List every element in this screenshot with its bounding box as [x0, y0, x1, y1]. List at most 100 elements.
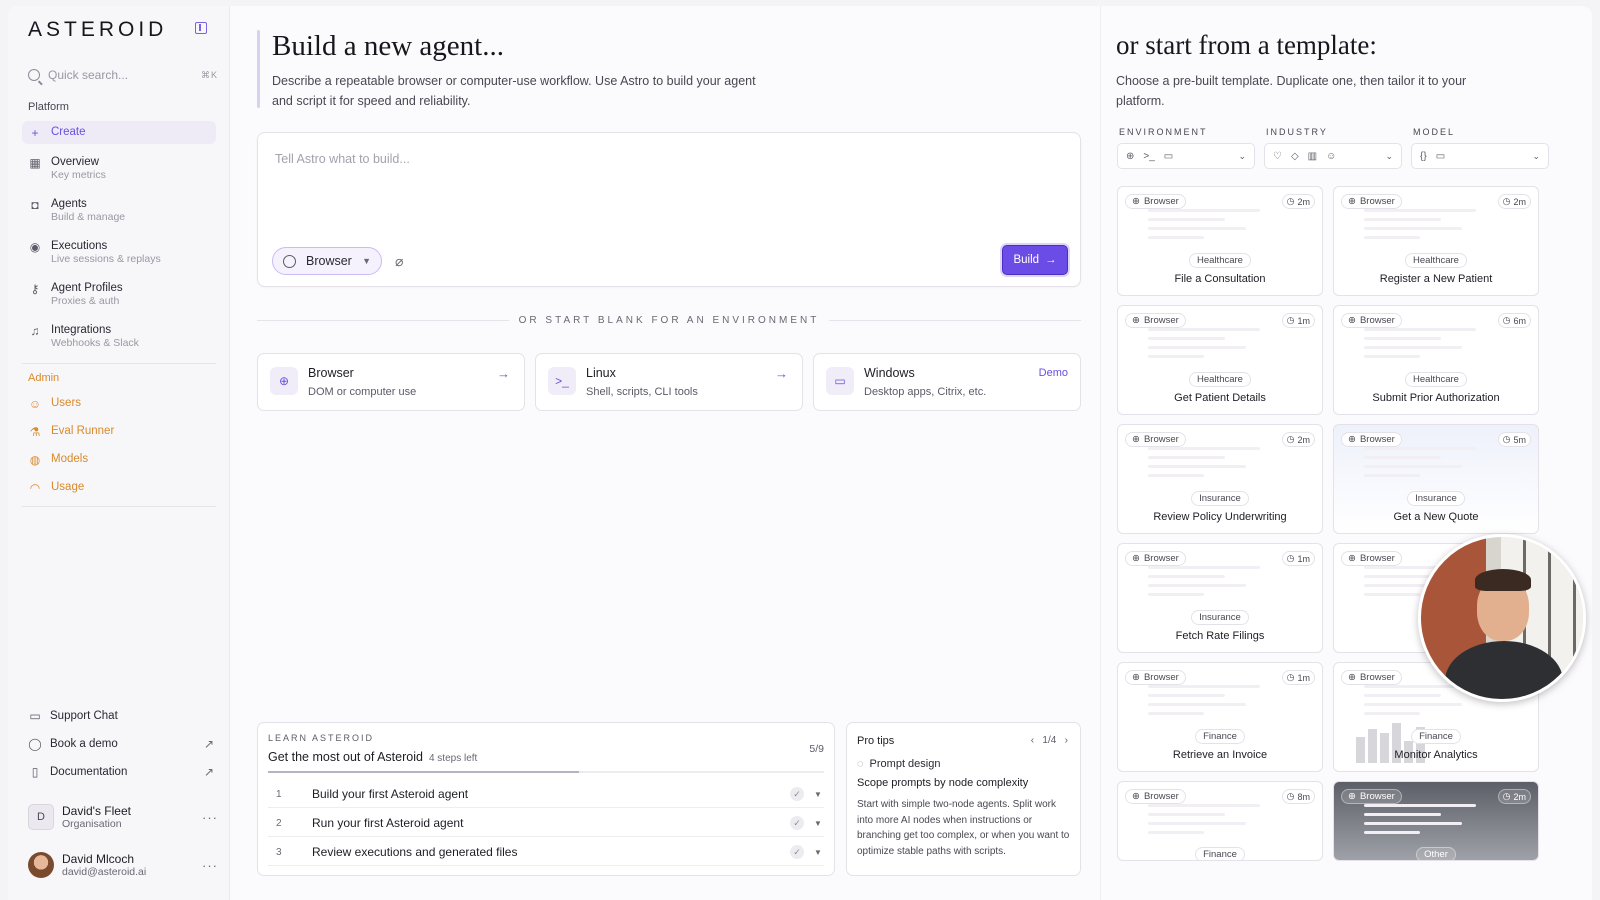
nav-overview[interactable]: ▦ Overview Key metrics [22, 151, 216, 186]
duration-badge: ◷ 1m [1281, 551, 1315, 566]
template-preview [1364, 447, 1504, 495]
industry-tag-text: Finance [1195, 729, 1245, 744]
lightbulb-icon: ◌ [857, 758, 864, 770]
industry-tag: Finance [1118, 846, 1322, 860]
nav-models[interactable]: ◍ Models [22, 448, 216, 471]
template-card[interactable]: ⊕ Browser ◷ 2m Insurance Review Policy Underw… [1117, 424, 1323, 534]
template-card[interactable]: ⊕ Browser ◷ 2m Healthcare Register a New Pati… [1333, 186, 1539, 296]
environment-select[interactable]: Browser ▼ [272, 247, 382, 275]
chevron-down-icon[interactable]: ▼ [814, 819, 824, 828]
globe-icon: ⊕ [1348, 315, 1356, 326]
prompt-input[interactable]: Tell Astro what to build... [275, 152, 410, 166]
user-name: David Mlcoch [62, 852, 135, 866]
env-badge: ⊕ Browser [1125, 789, 1186, 804]
template-card[interactable]: ⊕ Browser ◷ 2m Other [1333, 781, 1539, 861]
nav-integrations[interactable]: ♫ Integrations Webhooks & Slack [22, 319, 216, 354]
book-demo-link[interactable]: ◯ Book a demo ↗ [28, 737, 214, 751]
duration-badge: ◷ 2m [1281, 194, 1315, 209]
user-avatar [28, 852, 54, 878]
documentation-label: Documentation [50, 766, 128, 778]
nav-sub: Proxies & auth [51, 295, 120, 307]
globe-icon: ⊕ [1348, 672, 1356, 683]
org-switcher[interactable]: D David's Fleet Organisation ··· [28, 804, 218, 830]
clock-icon: ◷ [1286, 553, 1295, 563]
admin-label: Admin [28, 372, 60, 384]
arrow-right-icon: → [1045, 254, 1057, 266]
check-icon: ✓ [790, 816, 804, 830]
prompt-box[interactable]: Tell Astro what to build... Browser ▼ ⌀ … [257, 132, 1081, 287]
sidebar: ASTEROID Quick search... ⌘K Platform + C… [8, 6, 230, 900]
nav-create[interactable]: + Create [22, 121, 216, 144]
sidebar-toggle-icon[interactable] [195, 22, 207, 34]
nav-users[interactable]: ☺ Users [22, 392, 216, 415]
monitor-icon: ▭ [826, 367, 854, 395]
template-card[interactable]: ⊕ Browser ◷ 1m Healthcare Get Patient Details [1117, 305, 1323, 415]
nav-eval-runner[interactable]: ⚗ Eval Runner [22, 420, 216, 443]
env-card-title: Windows [864, 366, 915, 380]
env-card-linux[interactable]: >_ Linux Shell, scripts, CLI tools → [535, 353, 803, 411]
nav-agent-profiles[interactable]: ⚷ Agent Profiles Proxies & auth [22, 277, 216, 312]
globe-icon: ⊕ [1132, 553, 1140, 564]
step-label: Run your first Asteroid agent [312, 816, 464, 830]
more-icon[interactable]: ··· [202, 858, 218, 873]
template-card[interactable]: ⊕ Browser ◷ 1m Finance Retrieve an Invoice [1117, 662, 1323, 772]
nav-agents[interactable]: ◘ Agents Build & manage [22, 193, 216, 228]
template-name: Register a New Patient [1379, 273, 1493, 285]
chat-icon: ▭ [29, 709, 41, 723]
page-description: Describe a repeatable browser or compute… [272, 74, 756, 108]
quick-search[interactable]: Quick search... ⌘K [28, 61, 218, 89]
env-card-title: Browser [308, 366, 354, 380]
documentation-link[interactable]: ▯ Documentation ↗ [28, 765, 214, 779]
industry-tag: Finance [1118, 728, 1322, 744]
chevron-down-icon[interactable]: ▼ [814, 790, 824, 799]
page-title: Build a new agent... [272, 30, 504, 62]
env-badge: ⊕ Browser [1125, 432, 1186, 447]
user-menu[interactable]: David Mlcoch david@asteroid.ai ··· [28, 852, 218, 878]
template-card[interactable]: ⊕ Browser ◷ 2m Healthcare File a Consultation [1117, 186, 1323, 296]
globe-icon: ⊕ [1348, 434, 1356, 445]
nav-label: Agents [51, 198, 87, 210]
or-start-blank-text: OR START BLANK FOR AN ENVIRONMENT [508, 315, 830, 326]
paperclip-icon[interactable]: ⌀ [395, 253, 403, 270]
external-link-icon: ↗ [203, 737, 214, 751]
search-icon [28, 69, 40, 81]
learn-count: 5/9 [809, 743, 824, 755]
chevron-right-icon[interactable]: › [1065, 735, 1068, 746]
filter-environment[interactable]: ⊕ >_ ▭ ⌄ [1117, 143, 1255, 169]
industry-tag-text: Insurance [1191, 610, 1249, 625]
learn-step[interactable]: 2 Run your first Asteroid agent ✓ ▼ [268, 810, 824, 837]
build-button[interactable]: Build → [1002, 245, 1068, 275]
template-card[interactable]: ⊕ Browser ◷ 6m Healthcare Submit Prior Author… [1333, 305, 1539, 415]
support-chat-link[interactable]: ▭ Support Chat [28, 709, 214, 723]
env-badge-text: Browser [1143, 434, 1179, 445]
filter-industry[interactable]: ♡ ◇ ▥ ☺ ⌄ [1264, 143, 1402, 169]
duration-badge: ◷ 5m [1497, 432, 1531, 447]
template-card[interactable]: ⊕ Browser ◷ 8m Finance [1117, 781, 1323, 861]
more-icon[interactable]: ··· [202, 810, 218, 825]
chevron-down-icon: ▼ [362, 256, 371, 266]
heart-icon: ♡ [1273, 150, 1282, 162]
monitor-icon: ▭ [1435, 150, 1446, 162]
template-preview [1148, 566, 1288, 614]
learn-step[interactable]: 1 Build your first Asteroid agent ✓ ▼ [268, 781, 824, 808]
template-card[interactable]: ⊕ Browser ◷ 5m Insurance Get a New Quote [1333, 424, 1539, 534]
build-label: Build [1013, 254, 1040, 266]
env-badge: ⊕ Browser [1125, 670, 1186, 685]
template-name: Retrieve an Invoice [1172, 749, 1268, 761]
env-card-windows[interactable]: ▭ Windows Desktop apps, Citrix, etc. Dem… [813, 353, 1081, 411]
duration-text: 1m [1297, 315, 1310, 326]
duration-badge: ◷ 1m [1281, 670, 1315, 685]
learn-step[interactable]: 3 Review executions and generated files … [268, 839, 824, 866]
globe-icon: ⊕ [1348, 553, 1356, 564]
env-badge-text: Browser [1359, 434, 1395, 445]
nav-label: Users [51, 397, 82, 409]
nav-executions[interactable]: ◉ Executions Live sessions & replays [22, 235, 216, 270]
clock-icon: ◷ [1502, 196, 1511, 206]
filter-model[interactable]: {} ▭ ⌄ [1411, 143, 1549, 169]
nav-usage[interactable]: ◠ Usage [22, 476, 216, 499]
env-card-browser[interactable]: ⊕ Browser DOM or computer use → [257, 353, 525, 411]
chevron-down-icon[interactable]: ▼ [814, 848, 824, 857]
chevron-left-icon[interactable]: ‹ [1031, 735, 1034, 746]
template-card[interactable]: ⊕ Browser ◷ 1m Insurance Fetch Rate Filings [1117, 543, 1323, 653]
tips-category: ◌ Prompt design [857, 758, 940, 770]
